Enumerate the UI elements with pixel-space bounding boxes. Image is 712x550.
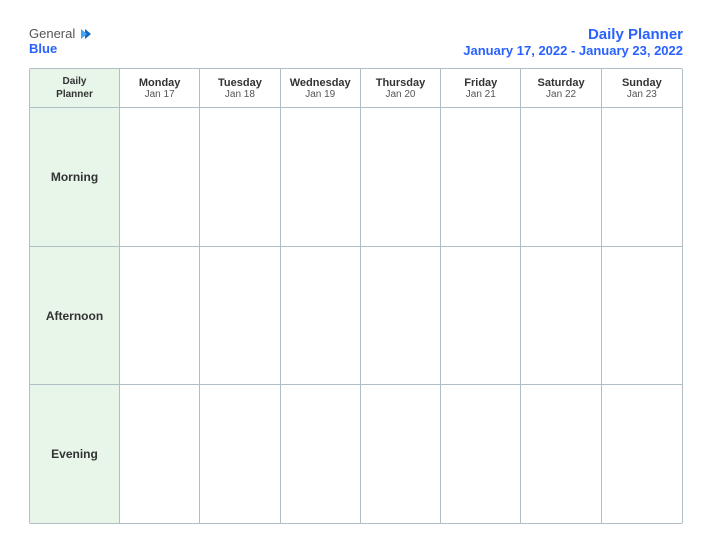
cell-afternoon-thursday[interactable] xyxy=(361,247,441,385)
cell-evening-monday[interactable] xyxy=(120,385,200,523)
cal-row-afternoon: Afternoon xyxy=(30,247,682,386)
day-name: Sunday xyxy=(622,77,662,89)
cell-morning-saturday[interactable] xyxy=(521,108,601,246)
cell-morning-friday[interactable] xyxy=(441,108,521,246)
logo-blue: Blue xyxy=(29,41,57,56)
cell-afternoon-wednesday[interactable] xyxy=(281,247,361,385)
header-cell-label: Daily Planner xyxy=(30,69,120,107)
day-name: Saturday xyxy=(538,77,585,89)
day-date: Jan 17 xyxy=(145,89,175,100)
planner-label-line1: Daily xyxy=(63,75,87,88)
logo-general: General xyxy=(29,26,75,41)
cell-morning-tuesday[interactable] xyxy=(200,108,280,246)
header-cell-sunday: Sunday Jan 23 xyxy=(602,69,682,107)
cell-morning-wednesday[interactable] xyxy=(281,108,361,246)
cell-afternoon-sunday[interactable] xyxy=(602,247,682,385)
header-right: Daily Planner January 17, 2022 - January… xyxy=(463,26,683,58)
calendar: Daily Planner Monday Jan 17 Tuesday Jan … xyxy=(29,68,683,524)
row-label-afternoon: Afternoon xyxy=(30,247,120,385)
cell-morning-monday[interactable] xyxy=(120,108,200,246)
cell-evening-friday[interactable] xyxy=(441,385,521,523)
calendar-header-row: Daily Planner Monday Jan 17 Tuesday Jan … xyxy=(30,69,682,108)
header-cell-monday: Monday Jan 17 xyxy=(120,69,200,107)
header-cell-thursday: Thursday Jan 20 xyxy=(361,69,441,107)
cell-evening-tuesday[interactable] xyxy=(200,385,280,523)
day-name: Wednesday xyxy=(290,77,351,89)
header-cell-saturday: Saturday Jan 22 xyxy=(521,69,601,107)
cal-row-morning: Morning xyxy=(30,108,682,247)
planner-label-line2: Planner xyxy=(56,88,93,101)
cell-evening-wednesday[interactable] xyxy=(281,385,361,523)
day-date: Jan 22 xyxy=(546,89,576,100)
header-cell-tuesday: Tuesday Jan 18 xyxy=(200,69,280,107)
day-date: Jan 18 xyxy=(225,89,255,100)
logo-area: General Blue xyxy=(29,26,92,56)
page: General Blue Daily Planner January 17, 2… xyxy=(11,10,701,540)
logo-text: General xyxy=(29,26,92,41)
cell-evening-saturday[interactable] xyxy=(521,385,601,523)
logo-icon xyxy=(78,27,92,41)
row-label-evening: Evening xyxy=(30,385,120,523)
row-label-morning: Morning xyxy=(30,108,120,246)
day-date: Jan 21 xyxy=(466,89,496,100)
day-name: Friday xyxy=(464,77,497,89)
cell-afternoon-monday[interactable] xyxy=(120,247,200,385)
app-title: Daily Planner xyxy=(463,26,683,43)
cell-afternoon-friday[interactable] xyxy=(441,247,521,385)
cell-evening-sunday[interactable] xyxy=(602,385,682,523)
cal-row-evening: Evening xyxy=(30,385,682,523)
day-date: Jan 20 xyxy=(385,89,415,100)
day-name: Monday xyxy=(139,77,181,89)
cell-evening-thursday[interactable] xyxy=(361,385,441,523)
cell-afternoon-saturday[interactable] xyxy=(521,247,601,385)
calendar-body: MorningAfternoonEvening xyxy=(30,108,682,523)
header: General Blue Daily Planner January 17, 2… xyxy=(29,26,683,58)
day-name: Tuesday xyxy=(218,77,262,89)
day-date: Jan 19 xyxy=(305,89,335,100)
cell-afternoon-tuesday[interactable] xyxy=(200,247,280,385)
header-cell-friday: Friday Jan 21 xyxy=(441,69,521,107)
day-name: Thursday xyxy=(376,77,426,89)
date-range: January 17, 2022 - January 23, 2022 xyxy=(463,43,683,58)
header-cell-wednesday: Wednesday Jan 19 xyxy=(281,69,361,107)
cell-morning-thursday[interactable] xyxy=(361,108,441,246)
cell-morning-sunday[interactable] xyxy=(602,108,682,246)
day-date: Jan 23 xyxy=(627,89,657,100)
